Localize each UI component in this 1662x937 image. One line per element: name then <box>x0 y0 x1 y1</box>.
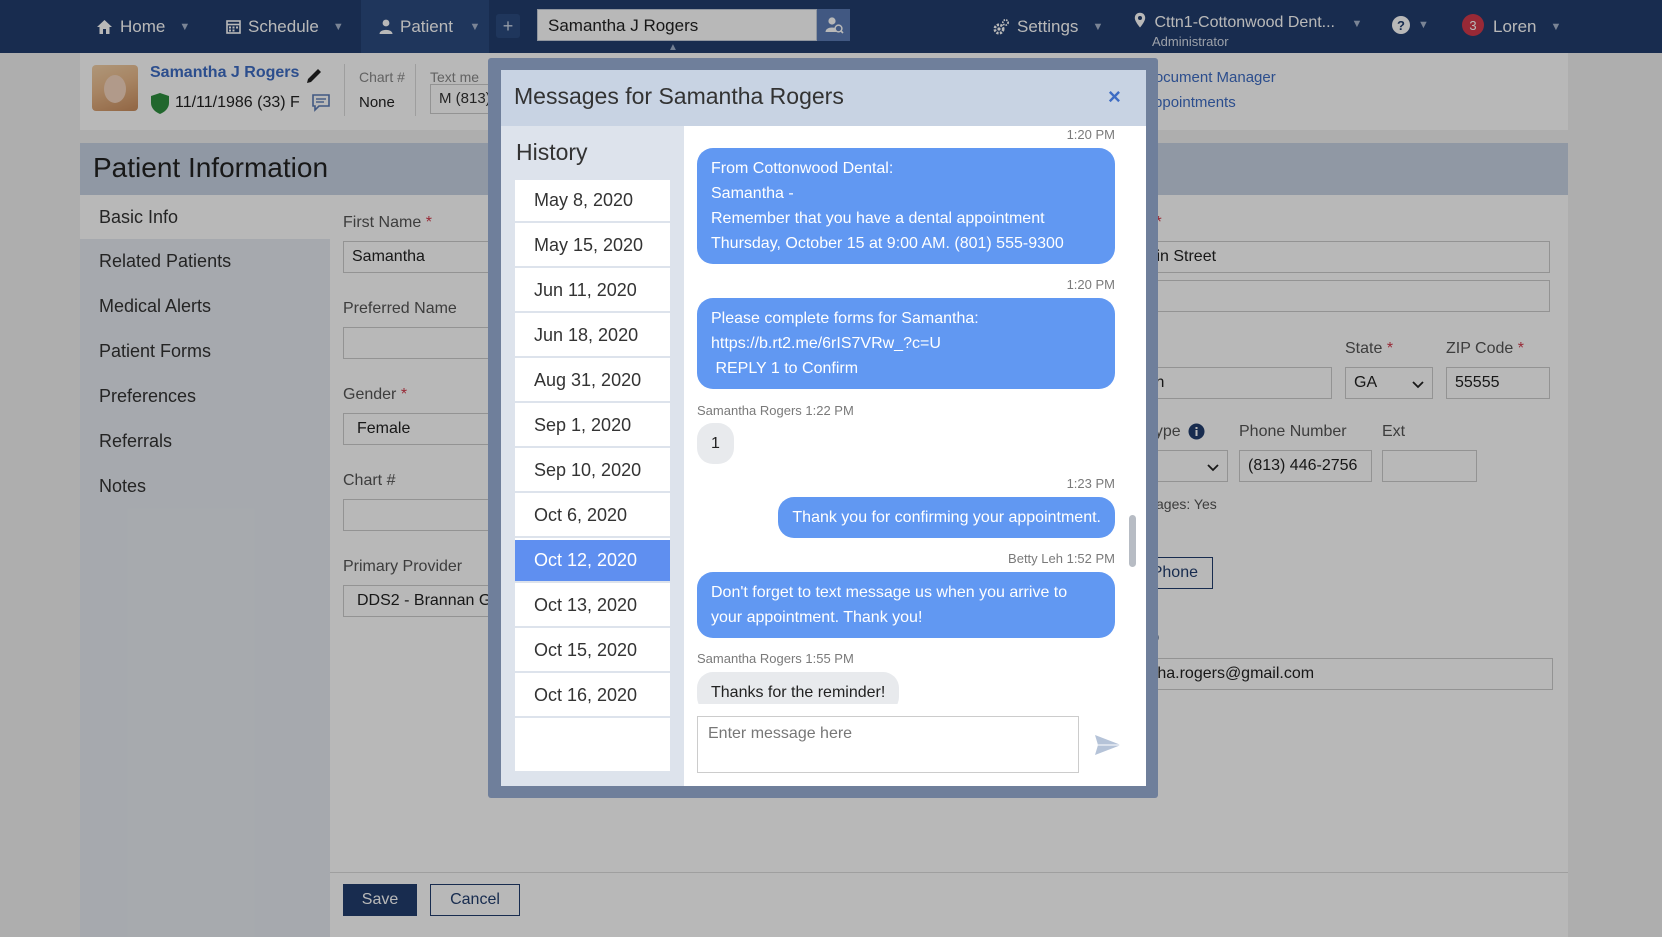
message-line: Thursday, October 15 at 9:00 AM. (801) 5… <box>711 235 1064 252</box>
message-bubble-outgoing: From Cottonwood Dental: Samantha - Remem… <box>697 148 1115 264</box>
history-item[interactable]: Jun 11, 2020 <box>515 270 670 313</box>
message-bubble-incoming: Thanks for the reminder! <box>697 672 900 704</box>
message-bubble-outgoing: Don't forget to text message us when you… <box>697 572 1115 638</box>
message-meta: Betty Leh 1:52 PM <box>1008 551 1115 566</box>
message-line: Please complete forms for Samantha: <box>711 310 979 327</box>
history-item[interactable]: Oct 16, 2020 <box>515 675 670 718</box>
message-meta: 1:20 PM <box>1066 127 1115 142</box>
message-input[interactable]: Enter message here <box>697 716 1079 773</box>
message-meta: Samantha Rogers 1:22 PM <box>697 403 854 418</box>
message-bubble-outgoing: Please complete forms for Samantha: http… <box>697 298 1115 389</box>
history-item-active[interactable]: Oct 12, 2020 <box>515 540 670 583</box>
history-item[interactable]: May 15, 2020 <box>515 225 670 268</box>
message-bubble-outgoing: Thank you for confirming your appointmen… <box>778 497 1115 538</box>
message-meta: 1:23 PM <box>1066 476 1115 491</box>
message-line: https://b.rt2.me/6rIS7VRw_?c=U <box>711 335 941 352</box>
message-line: Samantha - <box>711 185 794 202</box>
send-icon[interactable] <box>1094 734 1122 760</box>
history-item[interactable]: Aug 31, 2020 <box>515 360 670 403</box>
message-meta: Samantha Rogers 1:55 PM <box>697 651 854 666</box>
history-item[interactable]: Oct 6, 2020 <box>515 495 670 538</box>
history-item[interactable]: Oct 15, 2020 <box>515 630 670 673</box>
close-icon[interactable]: × <box>1108 84 1121 110</box>
message-line: Remember that you have a dental appointm… <box>711 210 1045 227</box>
message-line: Thanks for the reminder! <box>711 684 886 701</box>
history-item[interactable]: Sep 10, 2020 <box>515 450 670 493</box>
message-line: REPLY 1 to Confirm <box>711 360 859 377</box>
history-item[interactable]: Sep 1, 2020 <box>515 405 670 448</box>
message-bubble-incoming: 1 <box>697 423 734 464</box>
message-line: your appointment. Thank you! <box>711 609 923 626</box>
message-line: Don't forget to text message us when you… <box>711 584 1068 601</box>
history-title: History <box>516 139 588 165</box>
history-item[interactable]: May 8, 2020 <box>515 180 670 223</box>
history-item[interactable]: Oct 13, 2020 <box>515 585 670 628</box>
history-item[interactable]: Jun 18, 2020 <box>515 315 670 358</box>
message-line: Thank you for confirming your appointmen… <box>792 509 1101 526</box>
message-thread[interactable]: 1:20 PM From Cottonwood Dental: Samantha… <box>684 126 1139 704</box>
modal-title: Messages for Samantha Rogers <box>514 83 844 109</box>
scrollbar-thumb[interactable] <box>1129 515 1136 567</box>
scrollbar[interactable] <box>1126 128 1136 703</box>
message-line: 1 <box>711 435 720 452</box>
message-line: From Cottonwood Dental: <box>711 160 894 177</box>
message-meta: 1:20 PM <box>1066 277 1115 292</box>
